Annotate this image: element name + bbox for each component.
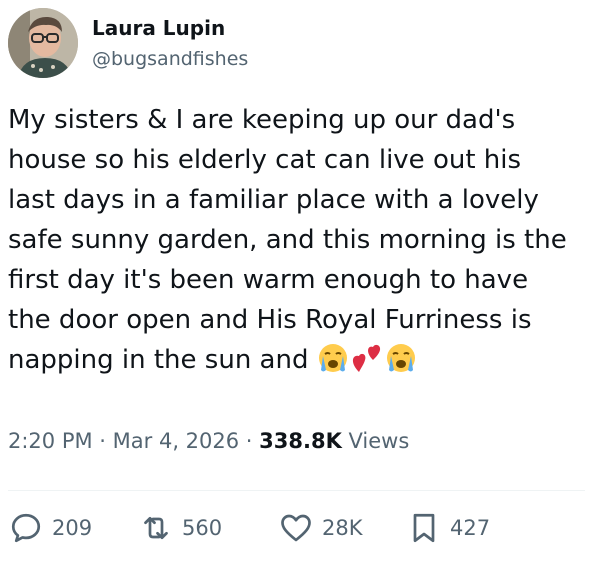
meta-separator: ·: [239, 429, 260, 453]
display-name[interactable]: Laura Lupin: [92, 15, 248, 41]
reply-button[interactable]: 209: [8, 510, 92, 546]
reply-icon: [11, 513, 41, 543]
meta-separator: ·: [92, 429, 113, 453]
avatar[interactable]: [8, 8, 78, 78]
post-date[interactable]: Mar 4, 2026: [113, 429, 239, 453]
divider: [8, 490, 585, 491]
two-hearts-icon: [352, 344, 380, 372]
bookmark-count: 427: [450, 516, 491, 540]
repost-button[interactable]: 560: [138, 510, 222, 546]
tweet-text: My sisters & I are keeping up our dad's …: [8, 100, 588, 380]
tweet-body: My sisters & I are keeping up our dad's …: [8, 105, 567, 375]
like-count: 28K: [322, 516, 363, 540]
tweet-header: Laura Lupin @bugsandfishes: [8, 8, 248, 78]
reply-count: 209: [52, 516, 93, 540]
profile-photo-icon: [8, 8, 78, 78]
like-button[interactable]: 28K: [278, 510, 363, 546]
tweet-meta: 2:20 PM · Mar 4, 2026 · 338.8K Views: [8, 426, 409, 456]
repost-icon: [144, 516, 168, 540]
crying-face-icon: [386, 344, 415, 372]
bookmark-icon: [413, 513, 435, 543]
action-bar: 209 560 28K 427: [8, 510, 528, 554]
views-label: Views: [341, 429, 410, 453]
heart-icon: [281, 514, 311, 542]
crying-face-icon: [318, 344, 347, 372]
views-count: 338.8K: [259, 429, 342, 453]
repost-count: 560: [182, 516, 223, 540]
post-time[interactable]: 2:20 PM: [8, 429, 93, 453]
user-handle[interactable]: @bugsandfishes: [92, 47, 248, 71]
bookmark-button[interactable]: 427: [406, 510, 490, 546]
